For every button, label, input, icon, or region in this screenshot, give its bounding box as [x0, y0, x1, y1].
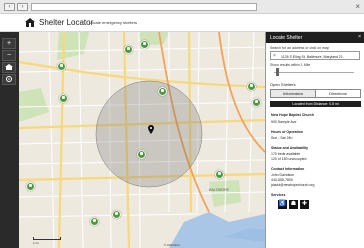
- open-shelters-toggle[interactable]: Open Shelters: [270, 82, 296, 87]
- hours-value: Sun - Sat 24h: [271, 136, 293, 140]
- shelter-marker[interactable]: [137, 150, 146, 159]
- status-heading: Status and Availability: [271, 146, 309, 150]
- shelter-logo-icon: [25, 18, 35, 27]
- contact-line: 443-555-7800: [271, 178, 293, 182]
- back-icon[interactable]: ‹: [4, 3, 15, 11]
- shelter-marker[interactable]: [112, 210, 121, 219]
- services-heading: Services: [271, 193, 286, 197]
- panel-header: Locate Shelter ×: [266, 32, 364, 43]
- shelter-marker[interactable]: [215, 170, 224, 179]
- shelter-marker[interactable]: [124, 45, 133, 54]
- locate-shelter-panel: Locate Shelter × Search for an address o…: [265, 32, 364, 248]
- panel-tabs: Information Directions: [270, 89, 361, 98]
- tab-directions[interactable]: Directions: [315, 89, 361, 98]
- locate-icon: [6, 76, 12, 82]
- contact-line: John Davidson: [271, 173, 295, 177]
- wheelchair-icon: ♿: [278, 200, 287, 209]
- search-label: Search for an address or click on map: [270, 46, 329, 50]
- medical-icon: ✚: [300, 200, 309, 209]
- app-tagline: Locate emergency shelters: [89, 20, 138, 25]
- selected-location-pin-icon[interactable]: [148, 125, 154, 135]
- clear-search-icon[interactable]: ×: [273, 53, 276, 59]
- shelter-marker[interactable]: [26, 182, 35, 191]
- status-line: 120 of 150 unoccupied: [271, 157, 307, 161]
- contact-heading: Contact Information: [271, 167, 305, 171]
- browser-toolbar: ‹ › ×: [0, 0, 364, 14]
- shelter-address: 900 Sample Ave: [271, 120, 297, 124]
- address-search-input[interactable]: × 1126 S Eling St, Baltimore, Maryland 2…: [270, 51, 360, 60]
- hours-heading: Hours of Operation: [271, 130, 303, 134]
- address-bar[interactable]: [31, 3, 257, 11]
- app-title: Shelter Locator: [39, 18, 94, 27]
- search-value: 1126 S Eling St, Baltimore, Maryland 21: [281, 54, 343, 59]
- forward-icon[interactable]: ›: [17, 3, 28, 11]
- window-close-icon[interactable]: ×: [355, 2, 360, 11]
- radius-label: Show results within 1 Mile: [270, 63, 311, 67]
- pet-icon: ☗: [289, 200, 298, 209]
- map-view[interactable]: BALTIMORE 1 mi © 2014 Esri: [19, 32, 265, 248]
- home-button[interactable]: [2, 62, 16, 73]
- district-label: BALTIMORE: [209, 188, 229, 192]
- radius-slider[interactable]: [274, 72, 354, 73]
- shelter-marker[interactable]: [247, 82, 256, 91]
- distance-status: Located from Distance: 0.8 mi: [270, 101, 361, 107]
- locate-button[interactable]: [2, 74, 16, 85]
- map-toolbar: + −: [0, 32, 19, 248]
- status-line: 170 beds available: [271, 152, 301, 156]
- shelter-name: New Hope Baptist Church: [271, 113, 314, 117]
- scale-label: 1 mi: [33, 241, 39, 245]
- shelter-marker[interactable]: [59, 94, 68, 103]
- contact-line: jdavid@newhopechurch.org: [271, 183, 315, 187]
- tab-information[interactable]: Information: [270, 89, 316, 98]
- shelter-marker[interactable]: [57, 62, 66, 71]
- services-icons: ♿ ☗ ✚: [278, 200, 318, 210]
- shelter-marker[interactable]: [90, 217, 99, 226]
- panel-title: Locate Shelter: [270, 35, 303, 41]
- app-header: Shelter Locator Locate emergency shelter…: [0, 14, 364, 32]
- radius-slider-handle[interactable]: [276, 68, 279, 76]
- panel-close-icon[interactable]: ×: [358, 34, 361, 40]
- shelter-marker[interactable]: [140, 40, 149, 49]
- shelter-marker[interactable]: [252, 98, 261, 107]
- scale-bar: [33, 237, 61, 240]
- zoom-in-button[interactable]: +: [2, 38, 16, 49]
- map-basemap: [19, 32, 265, 248]
- zoom-out-button[interactable]: −: [2, 50, 16, 61]
- shelter-marker[interactable]: [158, 87, 167, 96]
- map-attribution: © 2014 Esri: [164, 243, 180, 247]
- home-icon: [5, 64, 13, 70]
